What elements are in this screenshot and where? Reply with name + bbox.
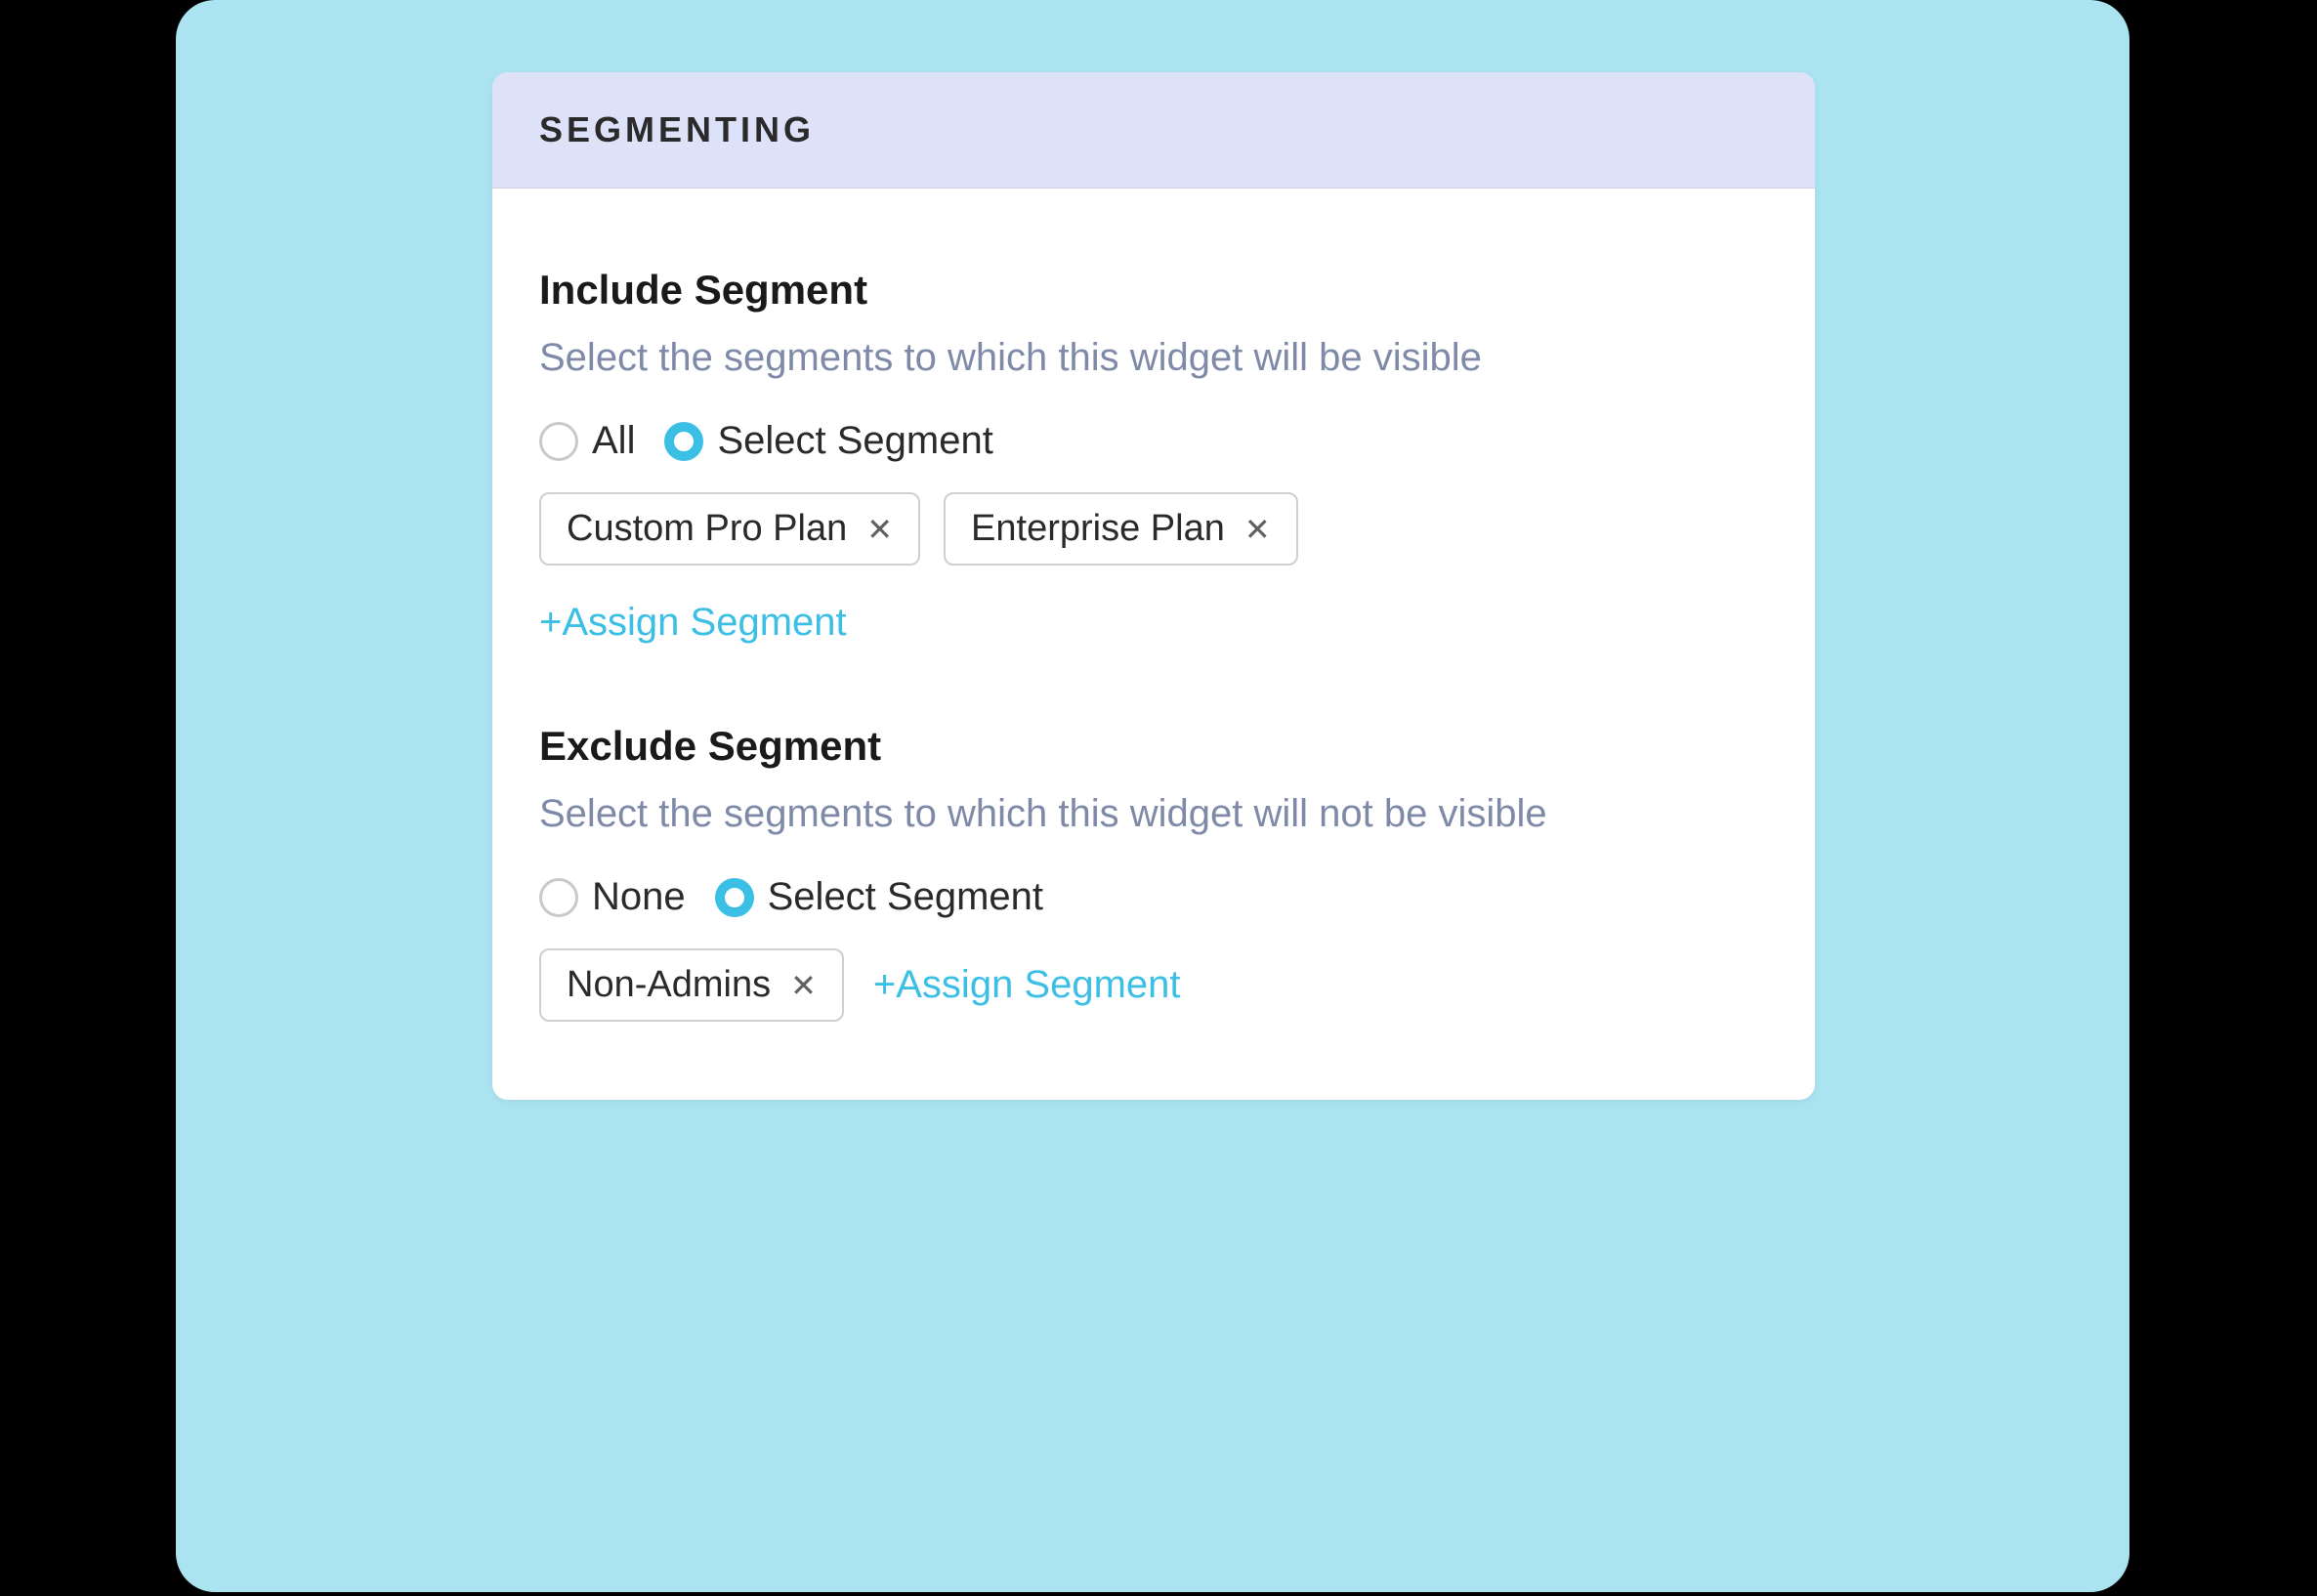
radio-icon <box>539 878 578 917</box>
radio-icon <box>539 422 578 461</box>
segmenting-card: SEGMENTING Include Segment Select the se… <box>492 72 1815 1100</box>
include-radio-select-label: Select Segment <box>717 419 992 463</box>
include-chip-row: Custom Pro Plan ✕ Enterprise Plan ✕ <box>539 492 1768 566</box>
include-radio-all[interactable]: All <box>539 419 635 463</box>
close-icon[interactable]: ✕ <box>790 970 817 1001</box>
outer-panel: SEGMENTING Include Segment Select the se… <box>176 0 2129 1592</box>
include-segment-section: Include Segment Select the segments to w… <box>539 267 1768 645</box>
include-title: Include Segment <box>539 267 1768 314</box>
exclude-assign-segment-link[interactable]: +Assign Segment <box>873 963 1181 1007</box>
segment-chip: Enterprise Plan ✕ <box>944 492 1298 566</box>
exclude-description: Select the segments to which this widget… <box>539 787 1768 840</box>
segment-chip: Custom Pro Plan ✕ <box>539 492 920 566</box>
card-header: SEGMENTING <box>492 72 1815 189</box>
radio-icon <box>715 878 754 917</box>
include-radio-select[interactable]: Select Segment <box>664 419 992 463</box>
card-body: Include Segment Select the segments to w… <box>492 189 1815 1100</box>
exclude-radio-select-label: Select Segment <box>768 875 1043 919</box>
exclude-radio-select[interactable]: Select Segment <box>715 875 1043 919</box>
exclude-radio-none[interactable]: None <box>539 875 686 919</box>
close-icon[interactable]: ✕ <box>866 514 893 545</box>
exclude-radio-group: None Select Segment <box>539 875 1768 919</box>
exclude-radio-none-label: None <box>592 875 686 919</box>
chip-label: Custom Pro Plan <box>567 508 847 550</box>
close-icon[interactable]: ✕ <box>1244 514 1271 545</box>
include-description: Select the segments to which this widget… <box>539 331 1768 384</box>
include-assign-segment-link[interactable]: +Assign Segment <box>539 601 847 645</box>
include-radio-group: All Select Segment <box>539 419 1768 463</box>
chip-label: Non-Admins <box>567 964 771 1006</box>
exclude-chip-row: Non-Admins ✕ +Assign Segment <box>539 948 1768 1022</box>
chip-label: Enterprise Plan <box>971 508 1225 550</box>
card-title: SEGMENTING <box>539 109 1768 150</box>
radio-icon <box>664 422 703 461</box>
segment-chip: Non-Admins ✕ <box>539 948 844 1022</box>
include-radio-all-label: All <box>592 419 635 463</box>
exclude-title: Exclude Segment <box>539 723 1768 770</box>
exclude-segment-section: Exclude Segment Select the segments to w… <box>539 723 1768 1022</box>
